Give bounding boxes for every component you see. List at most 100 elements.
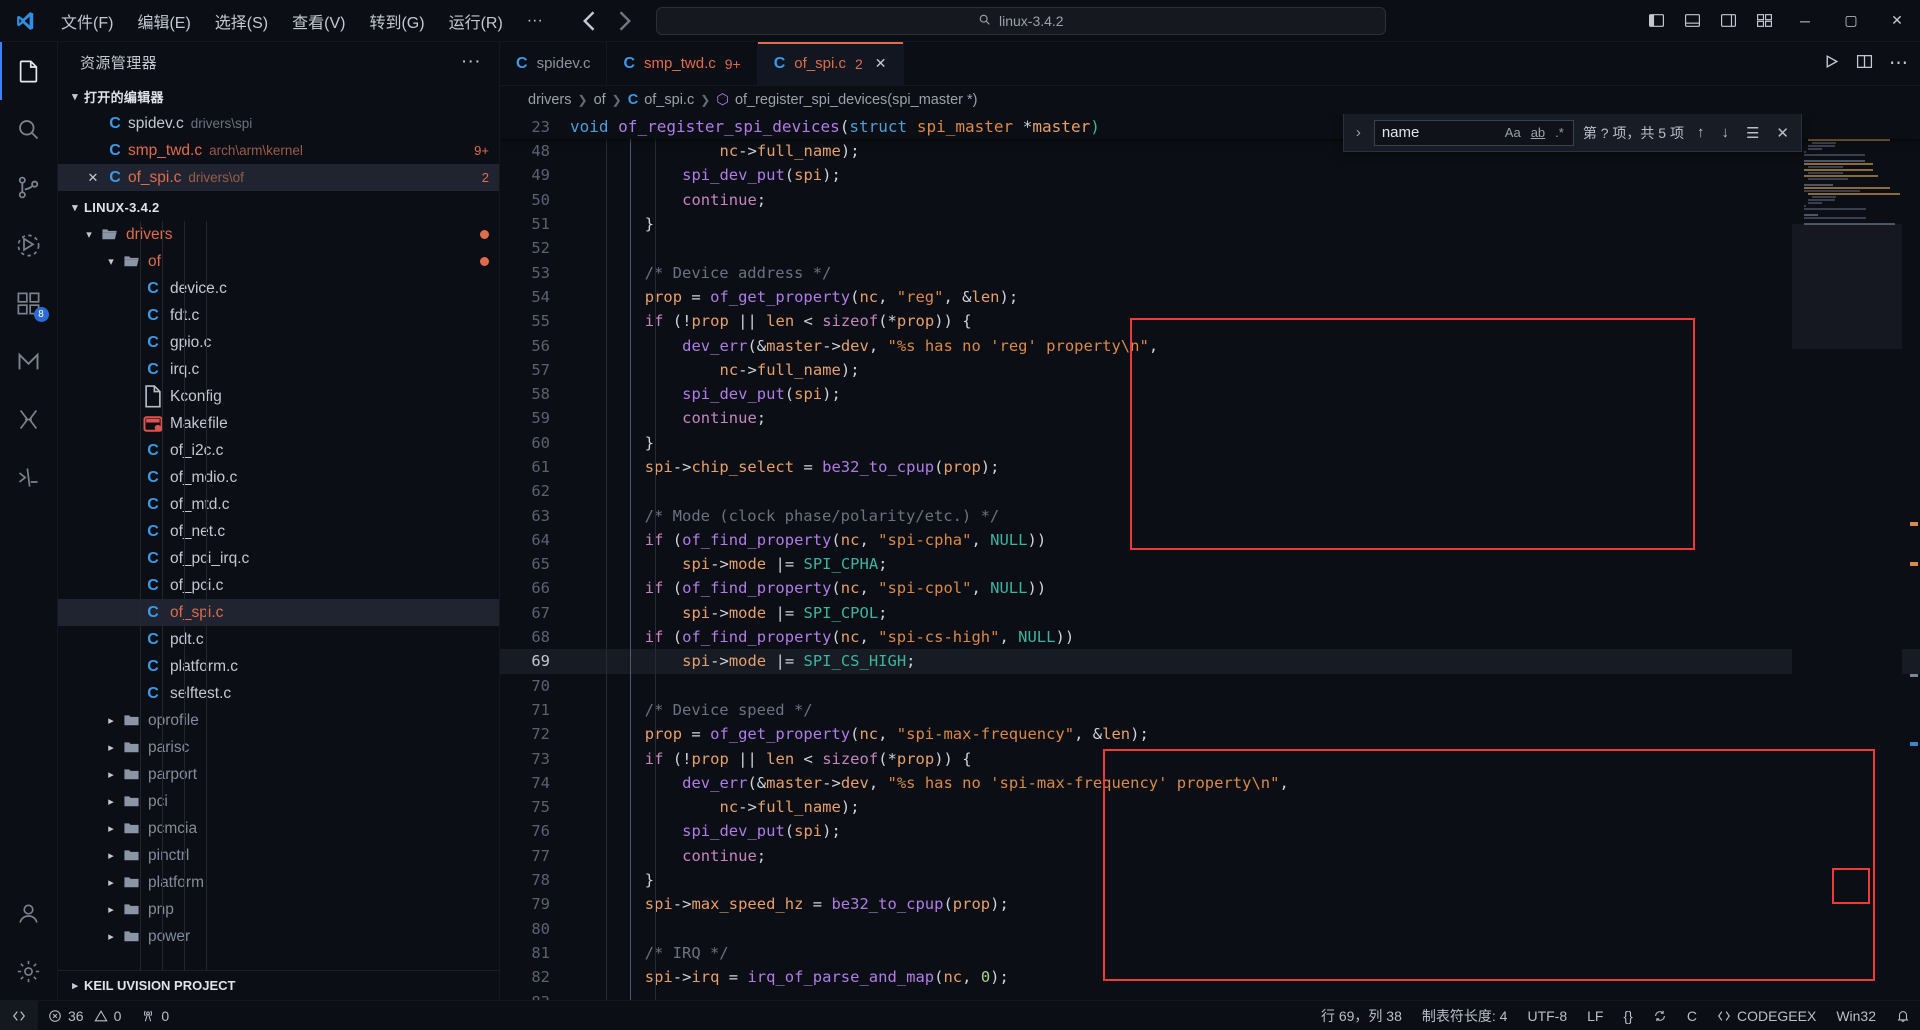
chevron-down-icon[interactable]: ▾	[80, 228, 98, 241]
code-line[interactable]: 72 prop = of_get_property(nc, "spi-max-f…	[500, 722, 1920, 746]
code-line[interactable]: 49 spi_dev_put(spi);	[500, 163, 1920, 187]
tree-file-item[interactable]: Cof_pci.c	[58, 572, 499, 599]
window-maximize-button[interactable]: ▢	[1828, 0, 1874, 42]
tab-spidev-c[interactable]: C spidev.c	[500, 42, 608, 85]
more-actions-icon[interactable]: ⋯	[1889, 54, 1908, 73]
breadcrumb-of-spi-c[interactable]: of_spi.c	[644, 92, 694, 108]
activitybar-item-codegeex[interactable]	[0, 390, 58, 448]
activitybar-item-marscode[interactable]	[0, 332, 58, 390]
codegeex-button[interactable]: CODEGEEX	[1707, 1001, 1826, 1030]
code-line[interactable]: 67 spi->mode |= SPI_CPOL;	[500, 601, 1920, 625]
tree-file-item[interactable]: Cfdt.c	[58, 302, 499, 329]
tree-file-item[interactable]: Cplatform.c	[58, 653, 499, 680]
chevron-right-icon[interactable]: ▸	[102, 849, 120, 862]
tree-file-item[interactable]: Cpdt.c	[58, 626, 499, 653]
find-input[interactable]: name Aa ab .*	[1373, 119, 1574, 146]
section-keil-uvision-project[interactable]: ▸ KEIL UVISION PROJECT	[58, 970, 499, 1000]
tree-file-item[interactable]: Cselftest.c	[58, 680, 499, 707]
tree-file-item[interactable]: Cof_net.c	[58, 518, 499, 545]
tree-folder-item[interactable]: ▸ platform	[58, 869, 499, 896]
tree-folder-item[interactable]: ▸ power	[58, 923, 499, 950]
find-in-selection-icon[interactable]: ☰	[1742, 124, 1763, 142]
section-workspace[interactable]: ▾ LINUX-3.4.2	[58, 193, 499, 221]
chevron-right-icon[interactable]: ▸	[102, 822, 120, 835]
tree-file-item[interactable]: Cof_mtd.c	[58, 491, 499, 518]
code-line[interactable]: 79 spi->max_speed_hz = be32_to_cpup(prop…	[500, 892, 1920, 916]
code-line[interactable]: 60 }	[500, 431, 1920, 455]
command-center[interactable]: linux-3.4.2	[655, 6, 1386, 35]
code-line[interactable]: 66 if (of_find_property(nc, "spi-cpol", …	[500, 576, 1920, 600]
code-line[interactable]: 54 prop = of_get_property(nc, "reg", &le…	[500, 285, 1920, 309]
code-line[interactable]: 70	[500, 674, 1920, 698]
tree-file-item[interactable]: Cof_i2c.c	[58, 437, 499, 464]
menu-edit[interactable]: 编辑(E)	[126, 4, 201, 38]
problems-button[interactable]: 36 0	[38, 1001, 131, 1030]
code-line[interactable]: 82 spi->irq = irq_of_parse_and_map(nc, 0…	[500, 965, 1920, 989]
activitybar-item-source-control[interactable]	[0, 158, 58, 216]
code-line[interactable]: 53 /* Device address */	[500, 260, 1920, 284]
section-open-editors[interactable]: ▾ 打开的编辑器	[58, 82, 499, 110]
minimap[interactable]	[1792, 114, 1902, 1000]
tree-folder-item[interactable]: ▸ parport	[58, 761, 499, 788]
breadcrumb-symbol[interactable]: of_register_spi_devices(spi_master *)	[735, 92, 978, 108]
tree-file-item[interactable]: Cgpio.c	[58, 329, 499, 356]
menu-more[interactable]: ···	[516, 7, 554, 35]
open-editor-item[interactable]: Cspidev.c drivers\spi	[58, 110, 499, 137]
toggle-secondary-sidebar-icon[interactable]	[1710, 4, 1746, 38]
toggle-panel-icon[interactable]	[1674, 4, 1710, 38]
sidebar-more-actions-icon[interactable]: ···	[453, 51, 489, 73]
chevron-down-icon[interactable]: ▾	[102, 255, 120, 268]
code-line[interactable]: 80	[500, 917, 1920, 941]
split-editor-icon[interactable]	[1856, 53, 1873, 75]
activitybar-item-search[interactable]	[0, 100, 58, 158]
breadcrumb-of[interactable]: of	[594, 92, 606, 108]
tree-folder-item[interactable]: ▸ pinctrl	[58, 842, 499, 869]
menu-file[interactable]: 文件(F)	[50, 4, 124, 38]
activitybar-item-remote-explorer[interactable]	[0, 448, 58, 506]
code-line[interactable]: 76 spi_dev_put(spi);	[500, 819, 1920, 843]
code-lines[interactable]: 48 nc->full_name); 49 spi_dev_put(spi); 50…	[500, 139, 1920, 1000]
sync-button[interactable]	[1643, 1001, 1677, 1030]
menu-go[interactable]: 转到(G)	[358, 4, 435, 38]
code-line[interactable]: 55 if (!prop || len < sizeof(*prop)) {	[500, 309, 1920, 333]
menu-run[interactable]: 运行(R)	[438, 4, 514, 38]
chevron-right-icon[interactable]: ▸	[102, 714, 120, 727]
ports-button[interactable]: 0	[131, 1001, 179, 1030]
menu-selection[interactable]: 选择(S)	[204, 4, 279, 38]
match-case-icon[interactable]: Aa	[1503, 125, 1523, 140]
chevron-right-icon[interactable]: ▸	[102, 903, 120, 916]
find-close-icon[interactable]: ✕	[1772, 124, 1793, 142]
code-line[interactable]: 58 spi_dev_put(spi);	[500, 382, 1920, 406]
code-line[interactable]: 68 if (of_find_property(nc, "spi-cs-high…	[500, 625, 1920, 649]
indentation-button[interactable]: 制表符长度: 4	[1412, 1001, 1518, 1030]
find-previous-icon[interactable]: ↑	[1693, 124, 1709, 141]
find-expand-chevron-icon[interactable]: ›	[1352, 124, 1365, 141]
tree-file-item[interactable]: Kconfig	[58, 383, 499, 410]
code-line[interactable]: 51 }	[500, 212, 1920, 236]
activitybar-item-accounts[interactable]	[0, 884, 58, 942]
platform-button[interactable]: Win32	[1826, 1001, 1886, 1030]
tree-folder-item[interactable]: ▾ of	[58, 248, 499, 275]
tree-folder-item[interactable]: ▸ pcmcia	[58, 815, 499, 842]
window-minimize-button[interactable]: ─	[1782, 0, 1828, 42]
breadcrumb-drivers[interactable]: drivers	[528, 92, 572, 108]
tree-file-item[interactable]: Cof_mdio.c	[58, 464, 499, 491]
tree-folder-item[interactable]: ▸ pnp	[58, 896, 499, 923]
code-line[interactable]: 63 /* Mode (clock phase/polarity/etc.) *…	[500, 503, 1920, 527]
eol-button[interactable]: LF	[1577, 1001, 1613, 1030]
code-line[interactable]: 56 dev_err(&master->dev, "%s has no 'reg…	[500, 333, 1920, 357]
tree-folder-item[interactable]: ▸ parisc	[58, 734, 499, 761]
code-line[interactable]: 74 dev_err(&master->dev, "%s has no 'spi…	[500, 771, 1920, 795]
arrow-right-icon[interactable]	[610, 8, 638, 34]
tree-file-item[interactable]: Makefile	[58, 410, 499, 437]
chevron-right-icon[interactable]: ▸	[102, 930, 120, 943]
code-line[interactable]: 57 nc->full_name);	[500, 358, 1920, 382]
open-editor-item[interactable]: Csmp_twd.c arch\arm\kernel 9+	[58, 137, 499, 164]
tree-folder-item[interactable]: ▸ pci	[58, 788, 499, 815]
format-button[interactable]: {}	[1613, 1001, 1642, 1030]
regex-icon[interactable]: .*	[1553, 125, 1566, 140]
remote-window-button[interactable]	[0, 1000, 38, 1030]
code-line[interactable]: 65 spi->mode |= SPI_CPHA;	[500, 552, 1920, 576]
chevron-right-icon[interactable]: ▸	[102, 768, 120, 781]
run-play-icon[interactable]	[1823, 53, 1840, 75]
